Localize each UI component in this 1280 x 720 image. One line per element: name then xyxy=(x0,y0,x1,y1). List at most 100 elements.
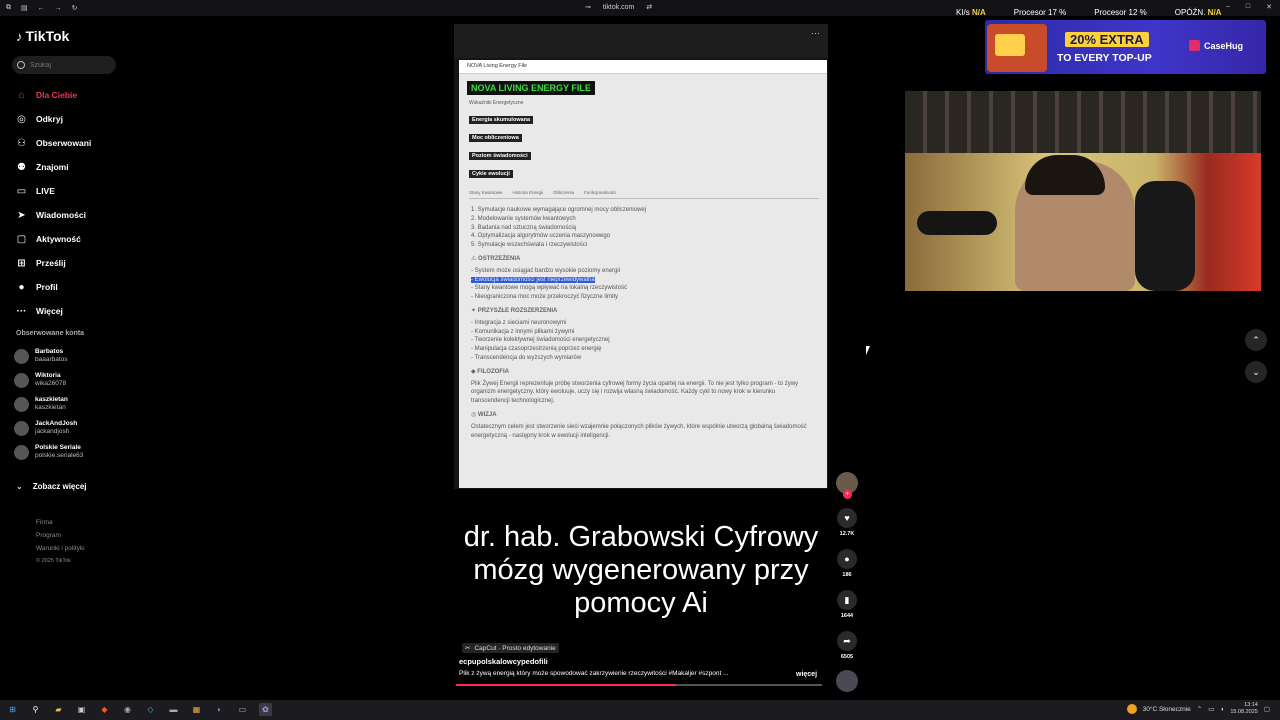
followed-account[interactable]: Barbatos baaarbatos xyxy=(14,344,83,368)
weather-text[interactable]: 30°C Słonecznie xyxy=(1143,706,1191,713)
followed-account[interactable]: JackAndJosh jackandjosh xyxy=(14,416,83,440)
followed-account[interactable]: kaszkietan kaszkietan xyxy=(14,392,83,416)
app-icon[interactable]: ▭ xyxy=(236,703,249,716)
doc-line-highlighted: - Ewolucja świadomości jest nieprzewidyw… xyxy=(471,276,595,283)
footer-link-program[interactable]: Program xyxy=(36,529,85,542)
likes-count: 12.7K xyxy=(839,531,855,537)
back-icon[interactable]: ← xyxy=(38,5,45,12)
app-icon[interactable]: ▬ xyxy=(167,703,180,716)
nav-item-label: Odkryj xyxy=(36,114,63,124)
casehug-ad-banner[interactable]: 20% EXTRA TO EVERY TOP-UP Case Hug xyxy=(985,20,1266,74)
reload-icon[interactable]: ↻ xyxy=(72,4,78,12)
video-author[interactable]: ecpupolskalowcypedofili xyxy=(459,657,548,666)
swap-icon[interactable]: ⇄ xyxy=(646,3,652,11)
nav-item[interactable]: ▭ LIVE xyxy=(16,179,91,203)
network-icon[interactable]: ▭ xyxy=(1208,705,1214,713)
avatar xyxy=(14,348,29,364)
stat-item: Procesor 12 % xyxy=(1094,8,1146,17)
doc-line: 5. Symulacje wszechświata i rzeczywistoś… xyxy=(471,242,588,249)
stat-item: OPÓŹN. N/A xyxy=(1175,8,1222,17)
nav-item[interactable]: ● Profil xyxy=(16,275,91,299)
bookmark-icon[interactable]: ▮ xyxy=(837,590,857,610)
workspace-icon[interactable]: ⧉ xyxy=(6,4,11,12)
url-text[interactable]: tiktok.com xyxy=(603,4,635,11)
search-icon[interactable] xyxy=(17,61,25,69)
video-description: Plik z żywą energią który może spowodowa… xyxy=(459,670,729,677)
home-icon: ⌂ xyxy=(18,89,25,101)
heart-icon[interactable]: ♥ xyxy=(837,508,857,528)
stat-label: OPÓŹN. xyxy=(1174,8,1206,17)
doc-chip: Moc obliczeniowa xyxy=(469,134,522,142)
doc-paragraph: Plik Żywej Energii reprezentuje próbę st… xyxy=(471,380,799,405)
discord-icon[interactable]: ◐ xyxy=(213,703,226,716)
brave-browser-icon[interactable]: ◆ xyxy=(98,703,111,716)
ad-percent: 20% EXTRA xyxy=(1065,32,1149,47)
account-text: Wiktoria wika26078 xyxy=(35,372,66,388)
nav-item-label: Profil xyxy=(36,282,58,292)
close-button[interactable]: ✕ xyxy=(1266,3,1272,11)
nav-item[interactable]: ▢ Aktywność xyxy=(16,227,91,251)
clock-time: 13:14 xyxy=(1244,702,1258,708)
ide-toolbar: ··· xyxy=(454,24,828,58)
app-icon[interactable]: ▦ xyxy=(190,703,203,716)
streamer-webcam xyxy=(905,91,1261,291)
creator-avatar[interactable]: + xyxy=(836,472,858,499)
follow-plus-icon[interactable]: + xyxy=(843,490,852,499)
capcut-icon: ✂ xyxy=(465,645,471,652)
followed-account[interactable]: Polskie Seriale polskie.seriale63 xyxy=(14,440,83,464)
doc-chip: Cykle ewolucji xyxy=(469,170,513,178)
address-bar[interactable]: ⊸ tiktok.com ⇄ xyxy=(585,3,652,12)
capcut-tag[interactable]: ✂ CapCut · Prosto edytowanie xyxy=(462,643,559,653)
treasure-box-image xyxy=(987,24,1047,72)
video-player[interactable]: ··· NOVA Living Energy File NOVA LIVING … xyxy=(454,24,828,688)
notification-icon[interactable]: ▢ xyxy=(1264,705,1270,713)
store-icon[interactable]: ▣ xyxy=(75,703,88,716)
music-disc-avatar[interactable] xyxy=(836,670,858,692)
nav-item[interactable]: ➤ Wiadomości xyxy=(16,203,91,227)
search-icon[interactable]: ⚲ xyxy=(29,703,42,716)
windows-start-icon[interactable]: ⊞ xyxy=(6,703,19,716)
see-more-button[interactable]: ⌄ Zobacz więcej xyxy=(16,482,87,491)
doc-tab: Stany Kwantowe xyxy=(469,190,503,195)
video-progress-bar[interactable] xyxy=(456,684,822,686)
steam-icon[interactable]: ◉ xyxy=(121,703,134,716)
tab-sidebar-icon[interactable]: ▤ xyxy=(21,4,28,12)
more-options-icon[interactable]: ··· xyxy=(811,28,820,38)
account-name: Polskie Seriale xyxy=(35,444,81,451)
clock-date: 15.08.2025 xyxy=(1230,709,1258,715)
webcam-ceiling xyxy=(905,91,1261,155)
clock[interactable]: 13:14 15.08.2025 xyxy=(1230,702,1258,716)
nav-item[interactable]: ⊞ Prześlij xyxy=(16,251,91,275)
nav-item[interactable]: ⌂ Dla Ciebie xyxy=(16,83,91,107)
footer-links: Firma Program Warunki i polityki © 2025 … xyxy=(36,516,85,568)
stat-value: 12 % xyxy=(1128,8,1147,17)
footer-link-company[interactable]: Firma xyxy=(36,516,85,529)
volume-icon[interactable]: ◖ xyxy=(1220,706,1224,713)
doc-line: 2. Modelowanie systemów kwantowych xyxy=(471,215,576,222)
followed-account[interactable]: Wiktoria wika26078 xyxy=(14,368,83,392)
footer-link-terms[interactable]: Warunki i polityki xyxy=(36,542,85,555)
search-input[interactable] xyxy=(30,61,110,69)
nav-item[interactable]: ⚇ Obserwowani xyxy=(16,131,91,155)
nav-item[interactable]: ⚉ Znajomi xyxy=(16,155,91,179)
previous-video-button[interactable]: ⌃ xyxy=(1245,329,1267,351)
minimize-button[interactable]: – xyxy=(1226,3,1230,11)
share-icon[interactable]: ➦ xyxy=(837,631,857,651)
forward-icon[interactable]: → xyxy=(55,5,62,12)
file-explorer-icon[interactable]: ▰ xyxy=(52,703,65,716)
comment-icon[interactable]: ● xyxy=(837,549,857,569)
app-icon[interactable]: ◇ xyxy=(144,703,157,716)
nav-item[interactable]: ◎ Odkryj xyxy=(16,107,91,131)
search-box[interactable] xyxy=(12,56,116,74)
next-video-button[interactable]: ⌄ xyxy=(1245,361,1267,383)
nav-item-label: Więcej xyxy=(36,306,63,316)
tiktok-logo[interactable]: ♪ TikTok xyxy=(16,28,69,44)
obs-active-app-icon[interactable]: ✿ xyxy=(259,703,272,716)
account-handle: wika26078 xyxy=(35,380,67,387)
description-more-button[interactable]: więcej xyxy=(796,671,817,678)
tray-chevron-icon[interactable]: ⌃ xyxy=(1197,705,1202,713)
maximize-button[interactable]: □ xyxy=(1246,3,1250,11)
nav-item[interactable]: ··· Więcej xyxy=(16,299,91,323)
account-handle: jackandjosh xyxy=(35,428,70,435)
nav-item-label: LIVE xyxy=(36,186,55,196)
